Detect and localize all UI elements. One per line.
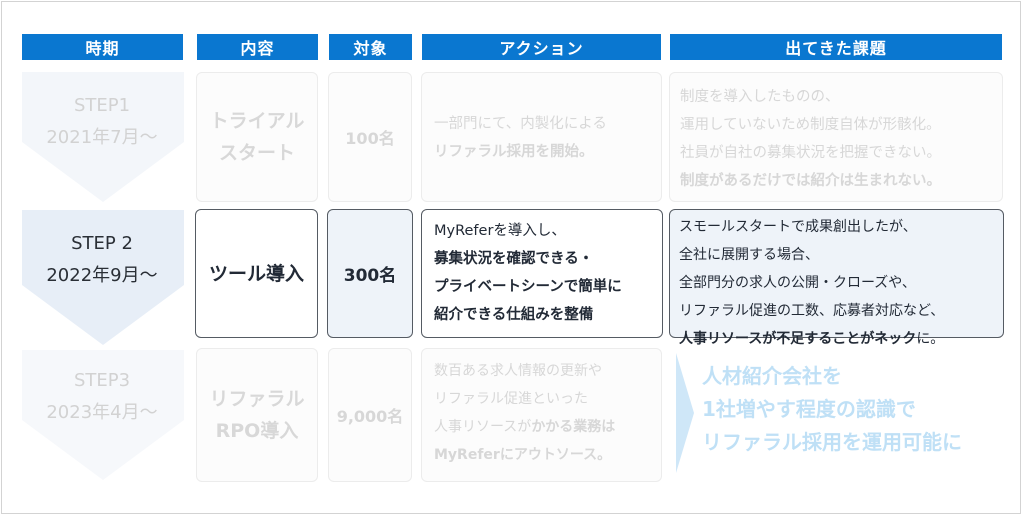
step1-content-line1: トライアル xyxy=(209,110,305,132)
callout-arrow xyxy=(676,353,696,477)
step1-issue-cell: 制度を導入したものの、 運用していないため制度自体が形骸化。 社員が自社の募集状… xyxy=(669,72,1003,202)
step1-content-line2: スタート xyxy=(218,142,295,164)
step2-action-line2: 募集状況を確認できる・ xyxy=(434,251,594,267)
step1-issue-line2: 運用していないため制度自体が形骸化。 xyxy=(680,117,941,133)
step3-action-line2: リファラル促進といった xyxy=(434,391,588,407)
step3-action-line3-pre: 人事リソースが xyxy=(434,419,532,435)
step1-issue-line1: 制度を導入したものの、 xyxy=(680,89,840,105)
step2-date: 2022年9月～ xyxy=(46,265,158,286)
step1-issue-line3: 社員が自社の募集状況を把握できない。 xyxy=(680,145,941,161)
step2-issue-bold: 人事リソースが不足することがネック xyxy=(679,331,917,347)
step1-action-cell: 一部門にて、内製化による リファラル採用を開始。 xyxy=(421,72,662,202)
step2-action-line1: MyReferを導入し、 xyxy=(434,223,566,239)
step3-content-line2: RPO導入 xyxy=(215,420,299,442)
step1-content-cell: トライアル スタート xyxy=(196,72,318,202)
step2-label: STEP 2 2022年9月～ xyxy=(22,228,182,292)
callout-line2: 1社増やす程度の認識で xyxy=(702,397,916,421)
step2-issue-cell: スモールスタートで成果創出したが、 全社に展開する場合、 全部門分の求人の公開・… xyxy=(669,209,1004,347)
step2-issue-line3: 全部門分の求人の公開・クローズや、 xyxy=(679,275,916,291)
step3-name: STEP3 xyxy=(73,370,131,391)
step3-action-line1: 数百ある求人情報の更新や xyxy=(434,363,602,379)
step1-date: 2021年7月～ xyxy=(46,127,158,148)
step1-issue-line4: 制度があるだけでは紹介は生まれない。 xyxy=(680,173,941,189)
step2-issue-line1: スモールスタートで成果創出したが、 xyxy=(679,219,917,235)
header-issues: 出てきた課題 xyxy=(670,34,1002,60)
step2-action-cell: MyReferを導入し、 募集状況を確認できる・ プライベートシーンで簡単に 紹… xyxy=(421,209,663,338)
step3-action-line3: 人事リソースがかかる業務は xyxy=(434,413,653,441)
step3-date: 2023年4月～ xyxy=(46,402,158,423)
callout-line3: リファラル採用を運用可能に xyxy=(702,430,962,454)
step1-action-line2: リファラル採用を開始。 xyxy=(434,144,594,160)
step1-action-line1: 一部門にて、内製化による xyxy=(434,116,607,132)
step3-label: STEP3 2023年4月～ xyxy=(22,365,182,429)
step1-label: STEP1 2021年7月～ xyxy=(22,90,182,154)
step2-action-line3: プライベートシーンで簡単に xyxy=(434,279,622,295)
step3-content-cell: リファラル RPO導入 xyxy=(196,348,318,482)
step1-name: STEP1 xyxy=(73,95,131,116)
step2-action-line4: 紹介できる仕組みを整備 xyxy=(434,307,594,323)
callout-text: 人材紹介会社を 1社増やす程度の認識で リファラル採用を運用可能に xyxy=(702,360,1012,459)
callout-line1: 人材紹介会社を xyxy=(702,364,842,388)
step3-target-cell: 9,000名 xyxy=(328,348,412,482)
step3-action-line3-bold: かかる業務は xyxy=(531,419,616,435)
step2-name: STEP 2 xyxy=(71,233,133,254)
header-action: アクション xyxy=(422,34,661,60)
header-target: 対象 xyxy=(329,34,412,60)
step3-content-line1: リファラル xyxy=(209,388,305,410)
step2-content-cell: ツール導入 xyxy=(195,209,318,338)
step2-issue-line2: 全社に展開する場合、 xyxy=(679,247,819,263)
step3-action-cell: 数百ある求人情報の更新や リファラル促進といった 人事リソースがかかる業務は M… xyxy=(421,348,662,482)
step2-issue-line5: 人事リソースが不足することがネックに。 xyxy=(679,325,995,353)
step2-issue-tail: に。 xyxy=(916,331,945,347)
step1-target: 100名 xyxy=(345,129,395,148)
step2-target: 300名 xyxy=(343,266,397,286)
step1-target-cell: 100名 xyxy=(328,72,412,202)
step2-content: ツール導入 xyxy=(208,262,304,285)
header-period: 時期 xyxy=(22,34,183,60)
step2-issue-line4: リファラル促進の工数、応募者対応など、 xyxy=(679,303,945,319)
header-content: 内容 xyxy=(197,34,318,60)
step3-target: 9,000名 xyxy=(336,407,404,426)
step3-action-line4: MyReferにアウトソース。 xyxy=(434,447,612,463)
step2-target-cell: 300名 xyxy=(327,209,413,338)
